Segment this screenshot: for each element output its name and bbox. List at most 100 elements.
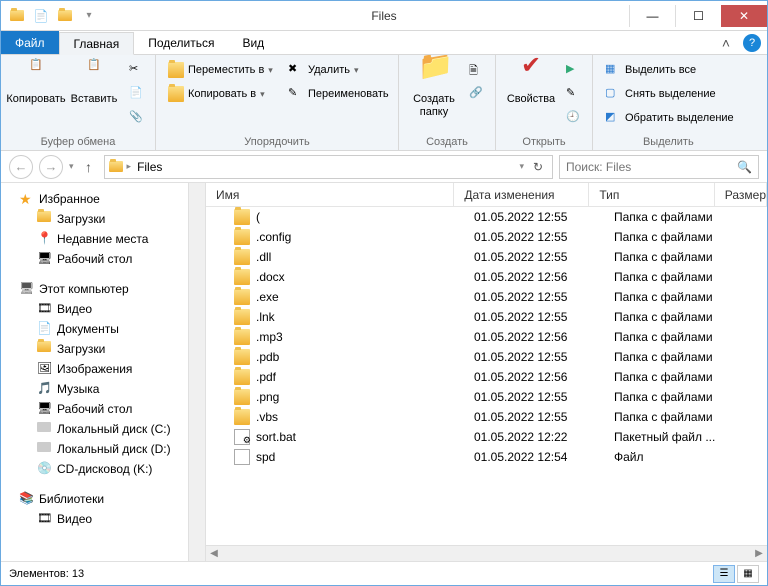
select-none-button[interactable]: ▢Снять выделение [601, 83, 738, 105]
copy-to-button[interactable]: Копировать в [164, 83, 282, 105]
sidebar-fav-0-icon [37, 211, 53, 227]
copy-path-icon: 📄 [129, 86, 145, 102]
sidebar-fav-2[interactable]: 🖥Рабочий стол [11, 249, 205, 269]
sidebar-pc-0[interactable]: 🎞Видео [11, 299, 205, 319]
file-row[interactable]: .mp301.05.2022 12:56Папка с файлами [206, 327, 767, 347]
delete-icon: ✖ [288, 62, 304, 78]
recent-locations-icon[interactable]: ▾ [69, 161, 74, 172]
history-button[interactable]: 🕘 [562, 107, 586, 129]
file-row[interactable]: .lnk01.05.2022 12:55Папка с файлами [206, 307, 767, 327]
up-button[interactable]: ↑ [80, 159, 98, 175]
tab-home[interactable]: Главная [59, 32, 135, 55]
copy-button[interactable]: 📋 Копировать [7, 57, 65, 106]
folder-icon [234, 329, 250, 345]
tab-share[interactable]: Поделиться [134, 31, 228, 54]
file-row[interactable]: .docx01.05.2022 12:56Папка с файлами [206, 267, 767, 287]
file-row[interactable]: .config01.05.2022 12:55Папка с файлами [206, 227, 767, 247]
maximize-button[interactable]: ☐ [675, 5, 721, 27]
search-icon[interactable]: 🔍 [737, 160, 752, 174]
column-size[interactable]: Размер [715, 183, 767, 206]
delete-button[interactable]: ✖Удалить [284, 59, 392, 81]
sidebar-libraries[interactable]: 📚Библиотеки [11, 489, 205, 509]
rename-button[interactable]: ✎Переименовать [284, 83, 392, 105]
sidebar-pc-8[interactable]: 💿CD-дисковод (K:) [11, 459, 205, 479]
sidebar-pc-1[interactable]: 📄Документы [11, 319, 205, 339]
file-row[interactable]: .pdf01.05.2022 12:56Папка с файлами [206, 367, 767, 387]
file-list[interactable]: (01.05.2022 12:55Папка с файлами.config0… [206, 207, 767, 545]
address-dropdown-icon[interactable]: ▾ [519, 161, 524, 172]
collapse-ribbon-icon[interactable]: ˄ [717, 34, 735, 52]
file-row[interactable]: sort.bat01.05.2022 12:22Пакетный файл ..… [206, 427, 767, 447]
file-row[interactable]: .exe01.05.2022 12:55Папка с файлами [206, 287, 767, 307]
search-input[interactable] [566, 160, 733, 174]
sidebar-pc-6[interactable]: Локальный диск (C:) [11, 419, 205, 439]
paste-shortcut-button[interactable]: 📎 [125, 107, 149, 129]
sidebar-pc-7[interactable]: Локальный диск (D:) [11, 439, 205, 459]
folder-icon [234, 409, 250, 425]
tab-view[interactable]: Вид [228, 31, 278, 54]
qat-properties-icon[interactable]: 📄 [31, 6, 51, 26]
folder-icon [234, 209, 250, 225]
sidebar-fav-0[interactable]: Загрузки [11, 209, 205, 229]
tab-file[interactable]: Файл [1, 31, 59, 54]
column-modified[interactable]: Дата изменения [454, 183, 589, 206]
copy-path-button[interactable]: 📄 [125, 83, 149, 105]
file-row[interactable]: .pdb01.05.2022 12:55Папка с файлами [206, 347, 767, 367]
sidebar-pc-4[interactable]: 🎵Музыка [11, 379, 205, 399]
column-name[interactable]: Имя [206, 183, 454, 206]
cut-icon: ✂ [129, 62, 145, 78]
file-row[interactable]: .png01.05.2022 12:55Папка с файлами [206, 387, 767, 407]
file-row[interactable]: .vbs01.05.2022 12:55Папка с файлами [206, 407, 767, 427]
new-item-icon: 🗎 [469, 62, 485, 78]
file-row[interactable]: spd01.05.2022 12:54Файл [206, 447, 767, 467]
ribbon: 📋 Копировать 📋 Вставить ✂ 📄 📎 Буфер обме… [1, 55, 767, 151]
search-box[interactable]: 🔍 [559, 155, 759, 179]
file-type: Папка с файлами [604, 210, 734, 224]
back-button[interactable]: ← [9, 155, 33, 179]
paste-button[interactable]: 📋 Вставить [65, 57, 123, 106]
breadcrumb[interactable]: Files [135, 160, 164, 174]
file-type: Папка с файлами [604, 290, 734, 304]
icons-view-button[interactable]: ▦ [737, 565, 759, 583]
sidebar-pc-5[interactable]: 🖥Рабочий стол [11, 399, 205, 419]
folder-icon [234, 349, 250, 365]
edit-icon: ✎ [566, 86, 582, 102]
sidebar-this-pc[interactable]: 🖥Этот компьютер [11, 279, 205, 299]
navigation-pane[interactable]: ★Избранное Загрузки📍Недавние места🖥Рабоч… [1, 183, 206, 561]
file-row[interactable]: .dll01.05.2022 12:55Папка с файлами [206, 247, 767, 267]
sidebar-fav-1[interactable]: 📍Недавние места [11, 229, 205, 249]
close-button[interactable]: ✕ [721, 5, 767, 27]
move-to-button[interactable]: Переместить в [164, 59, 282, 81]
details-view-button[interactable]: ☰ [713, 565, 735, 583]
scroll-right-icon[interactable]: ▶ [751, 548, 767, 559]
sidebar-favorites[interactable]: ★Избранное [11, 189, 205, 209]
address-bar[interactable]: ▸ Files ▾ ↻ [104, 155, 553, 179]
qat-customize-icon[interactable]: ▾ [79, 6, 99, 26]
file-type: Папка с файлами [604, 230, 734, 244]
select-all-button[interactable]: ▦Выделить все [601, 59, 738, 81]
help-icon[interactable]: ? [743, 34, 761, 52]
chevron-right-icon: ▸ [127, 161, 132, 172]
file-date: 01.05.2022 12:55 [464, 250, 604, 264]
sidebar-pc-3[interactable]: 🖼Изображения [11, 359, 205, 379]
easy-access-button[interactable]: 🔗 [465, 83, 489, 105]
move-to-icon [168, 62, 184, 78]
forward-button[interactable]: → [39, 155, 63, 179]
minimize-button[interactable]: — [629, 5, 675, 27]
cut-button[interactable]: ✂ [125, 59, 149, 81]
new-folder-button[interactable]: 📁 Создать папку [405, 57, 463, 119]
refresh-button[interactable]: ↻ [528, 160, 548, 174]
invert-selection-button[interactable]: ◩Обратить выделение [601, 107, 738, 129]
qat-newfolder-icon[interactable] [55, 6, 75, 26]
sidebar-lib-0[interactable]: 🎞Видео [11, 509, 205, 529]
file-row[interactable]: (01.05.2022 12:55Папка с файлами [206, 207, 767, 227]
column-type[interactable]: Тип [589, 183, 714, 206]
new-item-button[interactable]: 🗎 [465, 59, 489, 81]
sidebar-pc-2[interactable]: Загрузки [11, 339, 205, 359]
horizontal-scrollbar[interactable]: ◀ ▶ [206, 545, 767, 561]
file-date: 01.05.2022 12:55 [464, 310, 604, 324]
open-button[interactable]: ▶ [562, 59, 586, 81]
properties-button[interactable]: ✔ Свойства [502, 57, 560, 106]
scroll-left-icon[interactable]: ◀ [206, 548, 222, 559]
edit-button[interactable]: ✎ [562, 83, 586, 105]
